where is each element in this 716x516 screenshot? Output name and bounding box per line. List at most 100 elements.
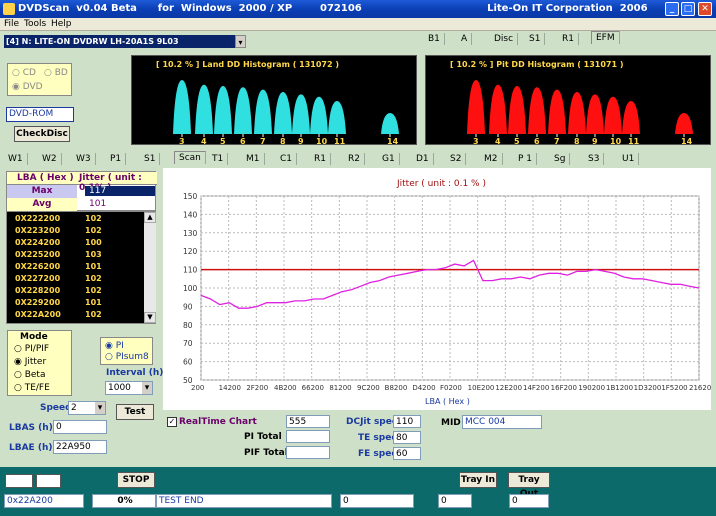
list-item[interactable]: 0X222200 102 <box>15 214 102 223</box>
maximize-button[interactable]: □ <box>681 2 695 16</box>
tab-p1[interactable]: P 1 <box>514 153 538 165</box>
scroll-down-icon[interactable]: ▼ <box>144 312 156 323</box>
radio-beta[interactable]: ○ Beta <box>14 370 45 380</box>
interval-select[interactable]: 1000 ▾ <box>105 381 153 395</box>
histogram-peak <box>381 113 399 134</box>
tab-t1[interactable]: T1 <box>208 153 229 165</box>
list-item[interactable]: 0X228200 102 <box>15 286 102 295</box>
list-item[interactable]: 0X226200 101 <box>15 262 102 271</box>
list-item[interactable]: 0X22A200 102 <box>15 310 102 319</box>
tab-r1[interactable]: R1 <box>558 33 579 45</box>
speed-value: 2 <box>71 403 77 413</box>
tray-out-button[interactable]: Tray Out <box>508 472 550 499</box>
lbae-input[interactable]: 22A950 <box>53 440 107 454</box>
radio-pipif[interactable]: ○ PI/PIF <box>14 344 49 354</box>
tab-s2[interactable]: S2 <box>446 153 467 165</box>
histogram-label: 3 <box>473 137 479 145</box>
list-item-lba: 0X223200 <box>15 226 61 235</box>
list-item-value: 100 <box>85 238 102 247</box>
minimize-button[interactable]: _ <box>665 2 679 16</box>
speed-select[interactable]: 2 ▾ <box>68 401 106 415</box>
list-item-value: 102 <box>85 214 102 223</box>
tab-efm[interactable]: EFM <box>591 31 620 44</box>
test-button[interactable]: Test <box>116 404 154 420</box>
histogram-peak <box>548 89 566 134</box>
y-tick-label: 120 <box>183 247 198 256</box>
tab-s3[interactable]: S3 <box>584 153 605 165</box>
tab-r2[interactable]: R2 <box>344 153 365 165</box>
histogram-label: 10 <box>610 137 622 145</box>
list-item-lba: 0X222200 <box>15 214 61 223</box>
radio-pi-label: PI <box>115 341 124 351</box>
tab-a[interactable]: A <box>457 33 473 45</box>
menu-help[interactable]: Help <box>51 19 72 29</box>
tray-in-button[interactable]: Tray In <box>459 472 497 488</box>
tab-m1[interactable]: M1 <box>242 153 265 165</box>
tab-g1[interactable]: G1 <box>378 153 400 165</box>
radio-pisum8[interactable]: ○ PIsum8 <box>105 352 149 362</box>
status-value-2: 0 <box>438 494 472 508</box>
tab-b1[interactable]: B1 <box>424 33 445 45</box>
menu-bar: File Tools Help <box>0 18 716 31</box>
list-item[interactable]: 0X224200 100 <box>15 238 102 247</box>
radio-dvd[interactable]: ◉ DVD <box>12 82 43 92</box>
list-item-lba: 0X229200 <box>15 298 61 307</box>
tab-c1[interactable]: C1 <box>276 153 298 165</box>
check-disc-button[interactable]: CheckDisc <box>14 126 70 142</box>
pit-histogram: [ 10.2 % ] Pit DD Histogram ( 131071 ) 3 4… <box>425 55 711 145</box>
radio-bd[interactable]: ○ BD <box>44 68 68 78</box>
scroll-up-icon[interactable]: ▲ <box>144 212 156 223</box>
chevron-down-icon[interactable]: ▾ <box>95 402 105 414</box>
histogram-peak <box>508 86 526 134</box>
mid-label: MID <box>441 418 461 428</box>
histogram-peak <box>604 96 622 134</box>
interval-label: Interval (h) <box>106 368 164 378</box>
radio-tefe[interactable]: ○ TE/FE <box>14 383 50 393</box>
realtime-value: 555 <box>286 415 330 428</box>
dcjit-input[interactable]: 110 <box>393 415 421 428</box>
tab-m2[interactable]: M2 <box>480 153 503 165</box>
stop-button[interactable]: STOP <box>117 472 155 488</box>
tab-scan[interactable]: Scan <box>174 151 206 164</box>
percent-status: 0% <box>92 494 156 508</box>
histogram-peak <box>214 86 232 134</box>
tab-u1[interactable]: U1 <box>618 153 640 165</box>
menu-file[interactable]: File <box>4 19 19 29</box>
menu-tools[interactable]: Tools <box>24 19 46 29</box>
tab-disc[interactable]: Disc <box>490 33 519 45</box>
list-scrollbar[interactable]: ▲ ▼ <box>144 212 156 323</box>
tab-r1[interactable]: R1 <box>310 153 331 165</box>
drive-select[interactable]: [4] N: LITE-ON DVDRW LH-20A1S 9L03 ▾ <box>4 35 246 48</box>
lbas-input[interactable]: 0 <box>53 420 107 434</box>
chevron-down-icon[interactable]: ▾ <box>235 35 246 48</box>
tab-sg[interactable]: Sg <box>550 153 571 165</box>
list-item[interactable]: 0X227200 102 <box>15 274 102 283</box>
fe-input[interactable]: 60 <box>393 447 421 460</box>
tab-s1[interactable]: S1 <box>140 153 161 165</box>
histogram-header: [ 10.2 % ] Land DD Histogram ( 131072 ) <box>156 60 339 69</box>
tab-s1[interactable]: S1 <box>525 33 546 45</box>
tab-w3[interactable]: W3 <box>72 153 96 165</box>
list-item[interactable]: 0X229200 101 <box>15 298 102 307</box>
chevron-down-icon[interactable]: ▾ <box>142 382 152 394</box>
tab-p1[interactable]: P1 <box>106 153 127 165</box>
y-tick-label: 100 <box>183 284 198 293</box>
disc-type-group: ○ CD ○ BD ◉ DVD <box>7 63 72 96</box>
te-input[interactable]: 80 <box>393 431 421 444</box>
radio-pi[interactable]: ◉ PI <box>105 341 124 351</box>
histogram-peak <box>310 96 328 134</box>
tab-w2[interactable]: W2 <box>38 153 62 165</box>
list-item[interactable]: 0X225200 103 <box>15 250 102 259</box>
histogram-label: 6 <box>240 137 246 145</box>
realtime-checkbox[interactable]: ✓ <box>167 417 177 427</box>
x-tick-label: 81200 <box>329 384 351 392</box>
radio-cd[interactable]: ○ CD <box>12 68 36 78</box>
tab-w1[interactable]: W1 <box>4 153 28 165</box>
close-button[interactable]: ✕ <box>698 2 712 16</box>
tab-d1[interactable]: D1 <box>412 153 434 165</box>
jitter-list[interactable]: ▲ ▼ 0X222200 102 0X223200 102 0X224200 100 0X2… <box>6 211 156 324</box>
list-item[interactable]: 0X223200 102 <box>15 226 102 235</box>
y-tick-label: 150 <box>183 192 198 201</box>
radio-jitter[interactable]: ◉ Jitter <box>14 357 46 367</box>
histogram-peak <box>195 84 213 134</box>
